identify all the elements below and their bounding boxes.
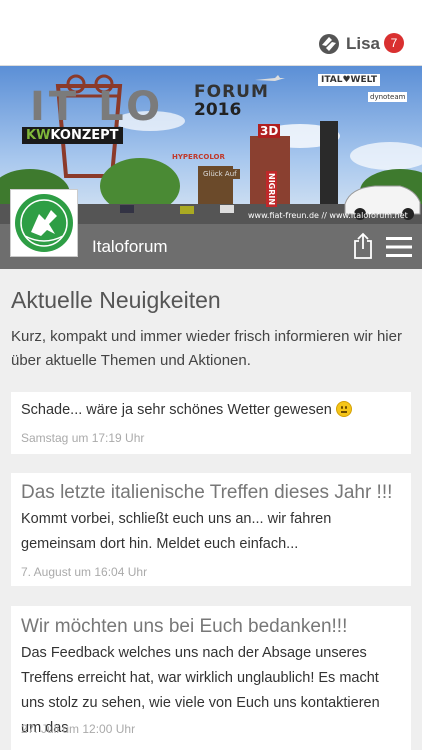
notification-badge[interactable]: 7 (384, 33, 404, 53)
user-name[interactable]: Lisa (346, 34, 380, 54)
app-logo[interactable] (10, 189, 78, 257)
news-body: Kommt vorbei, schließt euch uns an... wi… (21, 511, 332, 552)
share-icon[interactable] (352, 232, 374, 260)
news-body: Schade... wäre ja sehr schönes Wetter ge… (21, 402, 332, 418)
top-bar: Lisa 7 (0, 0, 422, 66)
news-date: Samstag um 17:19 Uhr (21, 431, 145, 445)
banner-nigrin-logo: NIGRIN (266, 171, 277, 208)
news-date: 27. Juli um 12:00 Uhr (21, 722, 136, 736)
banner-year-text: 2016 (194, 100, 242, 120)
confused-emoji-icon (335, 401, 352, 417)
banner-dynoteam-logo: dynoteam (368, 92, 408, 102)
hamburger-menu-icon[interactable] (386, 236, 412, 258)
news-date: 7. August um 16:04 Uhr (21, 565, 148, 579)
news-body-wrapper: Schade... wäre ja sehr schönes Wetter ge… (21, 398, 403, 423)
news-card[interactable]: Das letzte italienische Treffen dieses J… (11, 473, 411, 586)
banner-gluck-auf-sign: Glück Auf (200, 169, 240, 179)
page-intro: Kurz, kompakt und immer wieder frisch in… (11, 328, 402, 369)
banner-forum-text: FORUM (194, 82, 269, 102)
news-title: Das letzte italienische Treffen dieses J… (21, 482, 393, 503)
banner-kwkonzept-logo: KWKONZEPT (22, 127, 123, 144)
banner-3d-logo: 3D (258, 124, 281, 138)
news-title: Wir möchten uns bei Euch bedanken!!! (21, 616, 348, 637)
app-title: Italoforum (92, 237, 168, 256)
banner-hypercolor-logo: HYPERCOLOR (172, 153, 225, 161)
italoforum-logo-icon (15, 194, 73, 252)
news-card[interactable]: Wir möchten uns bei Euch bedanken!!! Das… (11, 606, 411, 750)
page-heading: Aktuelle Neuigkeiten (11, 287, 221, 313)
banner-itlo-text: IT LO (30, 84, 165, 130)
news-card[interactable]: Schade... wäre ja sehr schönes Wetter ge… (11, 392, 411, 454)
banner-italowelt-logo: ITAL♥WELT (318, 74, 381, 86)
banner-url-text: www.fiat-freun.de // www.italoforum.net (248, 211, 408, 220)
banner-konzept-text: KONZEPT (50, 128, 119, 143)
user-profile-icon[interactable] (318, 33, 340, 55)
banner-kw-text: KW (26, 128, 51, 143)
